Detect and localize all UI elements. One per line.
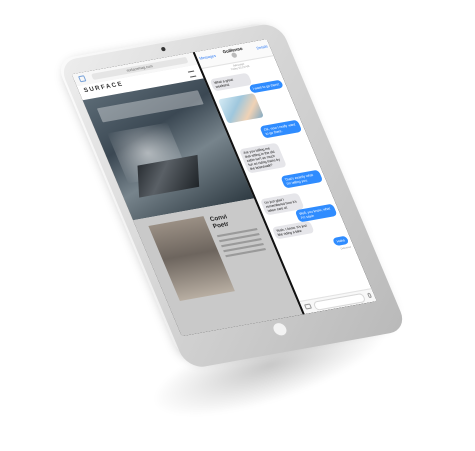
menu-icon[interactable] — [187, 70, 197, 78]
message-bubble-outgoing[interactable]: OK, now I really want to go there. — [259, 119, 303, 139]
message-bubble-incoming[interactable]: What a great weekend. — [209, 72, 253, 92]
microphone-icon[interactable] — [366, 292, 373, 299]
message-bubble-incoming[interactable]: Are you telling me that sitting in the o… — [238, 142, 287, 174]
tabs-icon[interactable] — [77, 75, 87, 83]
site-logo[interactable]: SURFACE — [83, 81, 125, 94]
message-bubble-outgoing[interactable]: That's exactly what I'm telling you. — [280, 169, 324, 189]
contact-avatar[interactable] — [231, 52, 239, 59]
details-button[interactable]: Details — [256, 44, 269, 50]
message-bubble-outgoing[interactable]: Haha — [332, 235, 350, 247]
hero-caption-bar — [96, 90, 204, 123]
tablet-device: surfacemag.com SURFACE Convi Poetr Messa… — [55, 21, 409, 370]
message-bubble-incoming[interactable]: Yeah, I know. It's just like riding a bi… — [271, 220, 315, 240]
article-title[interactable]: Convi Poetr — [209, 214, 232, 231]
message-bubble-outgoing[interactable]: I want to go there! — [248, 79, 284, 94]
delivered-status: Delivered — [340, 245, 352, 251]
camera-icon[interactable] — [303, 303, 312, 310]
article-text-lines — [216, 228, 267, 260]
product-render: surfacemag.com SURFACE Convi Poetr Messa… — [0, 0, 475, 451]
photo-attachment[interactable] — [217, 93, 264, 124]
